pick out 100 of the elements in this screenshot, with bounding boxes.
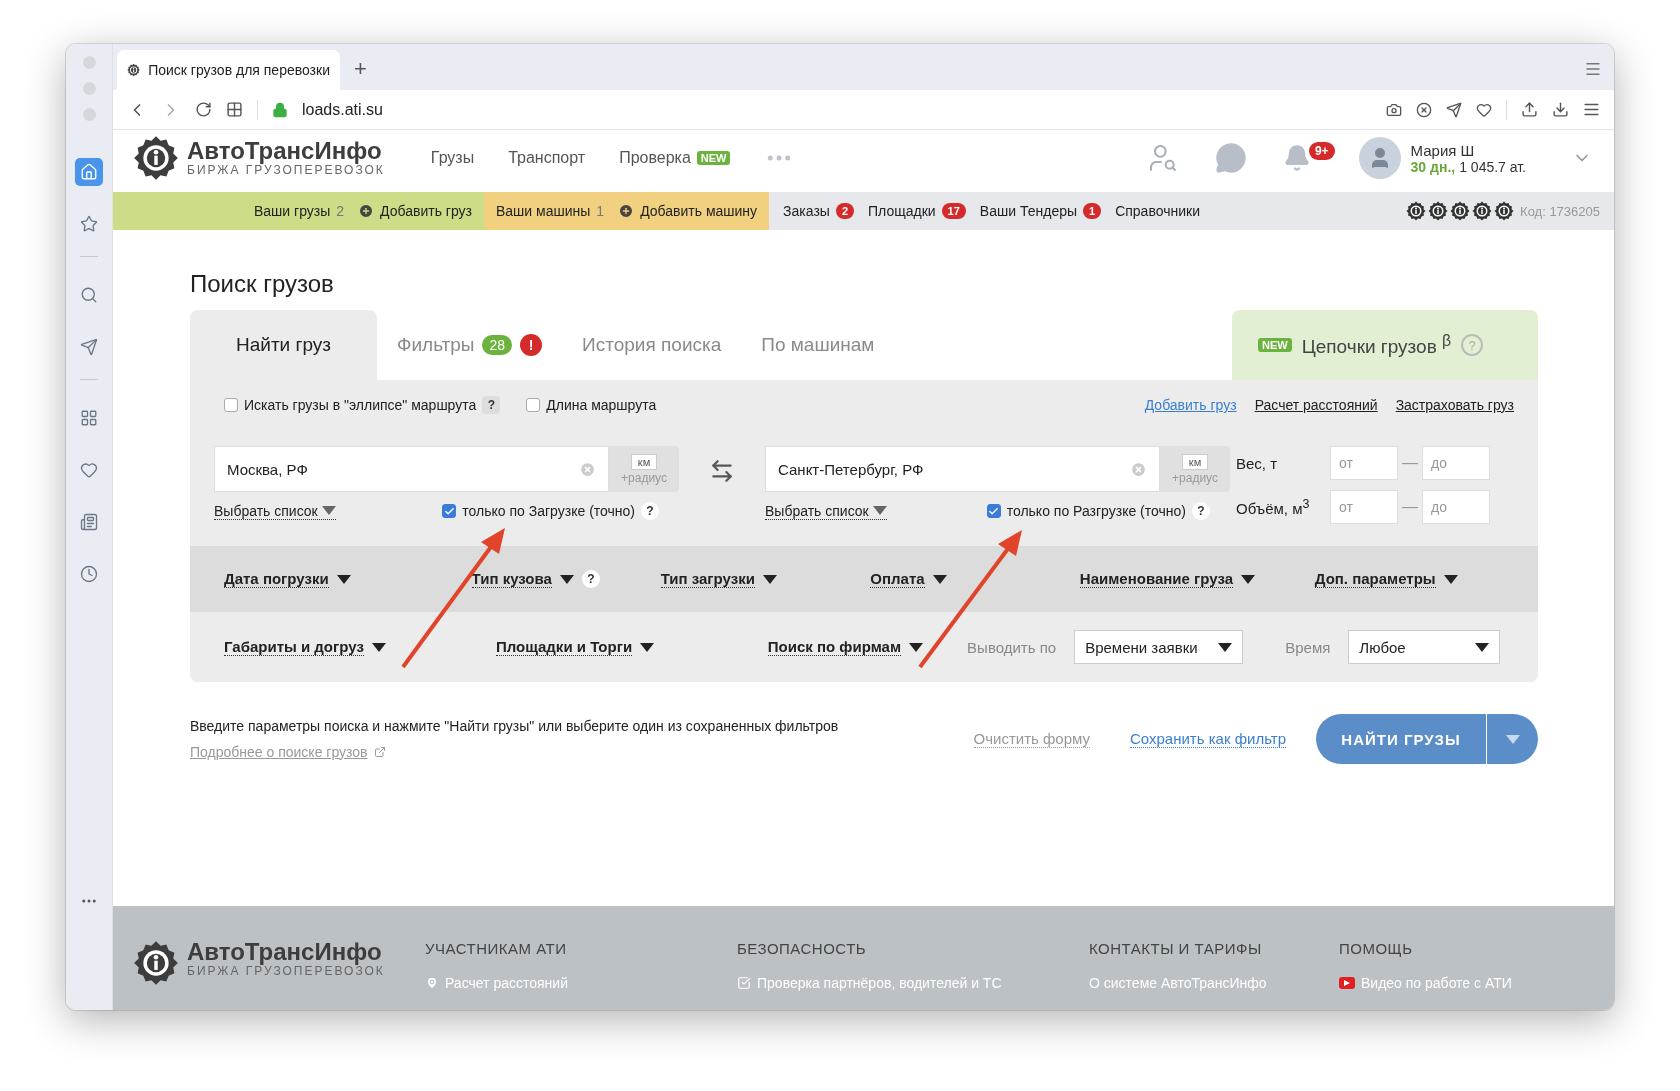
checkbox[interactable]: [986, 504, 1001, 518]
radius-control[interactable]: км +радиус: [1160, 446, 1230, 492]
strip-link[interactable]: Справочники: [1115, 203, 1200, 219]
caret-icon: [1218, 642, 1233, 652]
dropdown-button[interactable]: [1486, 714, 1538, 764]
logo-tagline: БИРЖА ГРУЗОПЕРЕВОЗОК: [187, 964, 385, 978]
action-link[interactable]: Добавить груз: [1144, 397, 1237, 413]
new-tab-button[interactable]: +: [354, 56, 367, 82]
search-card: Найти груз Фильтры 28 ! История поиска По машинам NEW Цепочки грузов $^{β}$ ? Искать грузы в "эллипсе" маршрута ? Длина маршрута Добавить груз Расчет расстояний Застраховать груз Москва, РФ км +радиус Выбрать список только по Загрузке (точно) ? Санкт-Петербург, РФ км +радиус Выбрать список только по Разгрузке (точно) ? Вес, т от — до Объём, м$^{3}$ от — до Дата погрузки Тип кузова ? Тип загрузки Оплата Наименование груза Доп. параметры Габариты и догруз Площадки и Торги Поиск по фирмам Выводить по Времени заявки Время Любое: [190, 310, 1538, 682]
user-name[interactable]: Мария Ш: [1410, 141, 1526, 159]
caret-icon: [1505, 734, 1520, 744]
nav-link[interactable]: Транспорт: [508, 149, 586, 167]
caret-icon: [762, 574, 777, 584]
filter-dropdown[interactable]: Доп. параметры: [1314, 570, 1500, 588]
subscription-days: 30 дн.,: [1410, 158, 1456, 175]
logo-icon: [127, 62, 141, 78]
alert-badge: !: [520, 334, 543, 356]
tab-menu-icon[interactable]: [1584, 60, 1602, 78]
caret-icon: [1241, 574, 1256, 584]
checkbox[interactable]: [526, 398, 541, 412]
action-link[interactable]: Застраховать груз: [1395, 397, 1514, 413]
strip-link[interactable]: Ваши Тендеры 1: [979, 203, 1102, 219]
range-label: Вес, т: [1236, 454, 1279, 472]
strip-link[interactable]: Заказы 2: [783, 203, 854, 219]
caret-icon: [1443, 574, 1458, 584]
user-code: Код: 1736205: [1520, 203, 1600, 219]
strip-link[interactable]: Ваши грузы 2: [254, 203, 345, 219]
reload-icon[interactable]: [195, 101, 212, 118]
add-link[interactable]: Добавить машину: [618, 203, 758, 219]
filter-dropdown[interactable]: Тип загрузки: [660, 570, 871, 588]
notification-count: 9+: [1308, 142, 1335, 160]
new-badge: NEW: [696, 151, 731, 165]
video-icon: [1339, 977, 1355, 989]
menu-icon[interactable]: [1583, 101, 1600, 118]
logo-icon: [1428, 201, 1449, 221]
strip-link[interactable]: Ваши машины 1: [496, 203, 605, 219]
checkbox-option[interactable]: только по Разгрузке (точно) ?: [986, 502, 1210, 520]
logo-icon: [1406, 201, 1427, 221]
logo-icon: [1494, 201, 1515, 221]
search-tab[interactable]: Найти груз: [190, 310, 377, 380]
logo-icon: [1450, 201, 1471, 221]
camera-icon[interactable]: [1386, 101, 1402, 118]
caret-icon: [1475, 642, 1489, 652]
filter-dropdown[interactable]: Дата погрузки: [224, 570, 472, 588]
select-label: Выводить по: [967, 638, 1057, 656]
checkbox[interactable]: [224, 398, 238, 412]
list-dropdown[interactable]: Выбрать список: [214, 502, 336, 520]
close-circle-icon[interactable]: [1416, 101, 1432, 118]
footer-heading: УЧАСТНИКАМ АТИ: [425, 940, 568, 957]
checkbox-option[interactable]: Длина маршрута: [526, 397, 657, 413]
caret-icon: [336, 574, 351, 584]
nav-link[interactable]: Проверка NEW: [619, 149, 731, 167]
city-field[interactable]: Москва, РФ: [214, 446, 609, 492]
download-icon[interactable]: [1552, 101, 1569, 118]
url-field[interactable]: loads.ati.su: [302, 100, 383, 119]
filter-dropdown[interactable]: Габариты и догруз: [224, 638, 496, 656]
checkbox-option[interactable]: Искать грузы в "эллипсе" маршрута ?: [224, 396, 501, 414]
home-icon[interactable]: [75, 158, 103, 186]
checkbox-option[interactable]: только по Загрузке (точно) ?: [442, 502, 659, 520]
select-dropdown[interactable]: Времени заявки: [1074, 630, 1244, 664]
footer-heading: БЕЗОПАСНОСТЬ: [737, 940, 868, 957]
footer-heading: ПОМОЩЬ: [1339, 940, 1414, 957]
add-link[interactable]: Добавить груз: [358, 203, 472, 219]
plus-icon: [618, 203, 635, 219]
chain-tab[interactable]: NEW Цепочки грузов $^{β}$ ?: [1232, 310, 1538, 380]
plus-icon: [358, 203, 375, 219]
share-icon[interactable]: [1521, 101, 1538, 118]
city-field[interactable]: Санкт-Петербург, РФ: [765, 446, 1160, 492]
nav-link[interactable]: Грузы: [430, 149, 475, 167]
strip-link[interactable]: Площадки 17: [868, 203, 966, 219]
save-filter-link[interactable]: Сохранить как фильтр: [1130, 730, 1286, 748]
logo-icon: [1472, 201, 1493, 221]
select-label: Время: [1285, 638, 1331, 656]
range-label: Объём, м$^{3}$: [1236, 497, 1311, 517]
caret-icon: [559, 574, 574, 584]
logo-icon: [133, 940, 179, 986]
filter-count: 28: [482, 335, 513, 355]
list-dropdown[interactable]: Выбрать список: [765, 502, 887, 520]
checkbox[interactable]: [442, 504, 457, 518]
swap-icon[interactable]: [709, 458, 735, 484]
send-icon[interactable]: [1446, 101, 1462, 118]
browser-tab[interactable]: Поиск грузов для перевозки: [117, 50, 340, 90]
action-link[interactable]: Расчет расстояний: [1254, 397, 1378, 413]
radius-control[interactable]: км +радиус: [609, 446, 679, 492]
search-hint: Введите параметры поиска и нажмите "Найти грузы" или выберите один из сохраненных фильтров: [190, 717, 839, 734]
heart-icon[interactable]: [1476, 101, 1492, 118]
footer-heading: КОНТАКТЫ И ТАРИФЫ: [1089, 940, 1263, 957]
filter-dropdown[interactable]: Тип кузова ?: [471, 570, 661, 588]
logo-tagline: БИРЖА ГРУЗОПЕРЕВОЗОК: [187, 163, 385, 177]
caret-icon: [872, 506, 887, 515]
filter-dropdown[interactable]: Наименование груза: [1079, 570, 1315, 588]
select-dropdown[interactable]: Любое: [1348, 630, 1500, 664]
avatar[interactable]: [1358, 137, 1401, 179]
filter-dropdown[interactable]: Поиск по фирмам: [767, 638, 968, 656]
filter-dropdown[interactable]: Площадки и Торги: [495, 638, 768, 656]
grid-icon[interactable]: [226, 101, 243, 118]
filter-dropdown[interactable]: Оплата: [870, 570, 1080, 588]
caret-icon: [640, 642, 655, 652]
caret-icon: [909, 642, 923, 652]
balance: 1 045.7 ат.: [1459, 158, 1526, 175]
